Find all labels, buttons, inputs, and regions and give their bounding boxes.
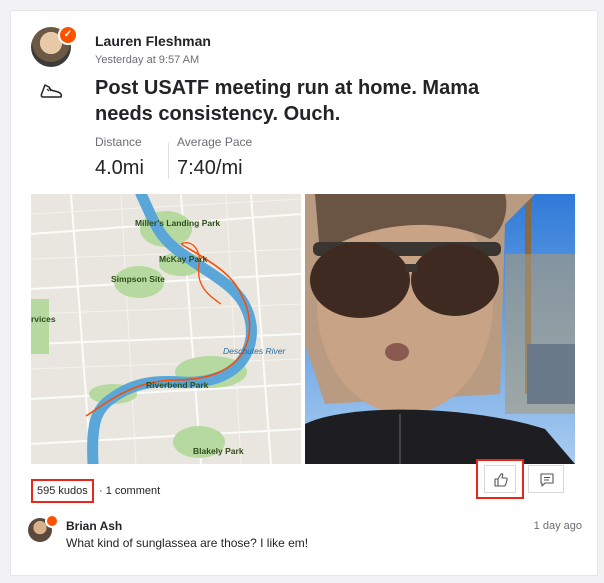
stat-divider bbox=[168, 143, 169, 179]
running-shoe-icon bbox=[40, 84, 63, 98]
separator-dot: · bbox=[99, 485, 103, 497]
stat-label: Average Pace bbox=[177, 135, 253, 149]
map-label: Deschutes River bbox=[223, 346, 287, 356]
activity-timestamp: Yesterday at 9:57 AM bbox=[95, 54, 200, 66]
comment-text: What kind of sunglassea are those? I lik… bbox=[66, 536, 309, 550]
commenter-name[interactable]: Brian Ash bbox=[66, 519, 122, 533]
stat-label: Distance bbox=[95, 135, 142, 149]
map-label: McKay Park bbox=[159, 254, 207, 264]
activity-photo[interactable] bbox=[305, 194, 575, 464]
stat-distance: Distance 4.0mi bbox=[95, 135, 144, 180]
thumbs-up-icon bbox=[494, 473, 508, 487]
map-label: Simpson Site bbox=[111, 274, 165, 284]
add-comment-button[interactable] bbox=[528, 465, 564, 493]
activity-title[interactable]: Post USATF meeting run at home. Mama nee… bbox=[95, 75, 495, 127]
kudos-count-link[interactable]: 595 kudos bbox=[31, 479, 94, 503]
comment-timestamp: 1 day ago bbox=[533, 520, 582, 532]
commenter-badge-icon bbox=[45, 514, 59, 528]
stat-average-pace: Average Pace 7:40/mi bbox=[177, 135, 252, 180]
map-label: Blakely Park bbox=[193, 446, 244, 456]
map-label: Miller's Landing Park bbox=[135, 218, 220, 228]
map-label: rvices bbox=[31, 314, 56, 324]
stat-value: 4.0mi bbox=[95, 157, 144, 179]
route-map-graphic: Miller's Landing Park McKay Park Simpson… bbox=[31, 194, 301, 464]
route-map[interactable]: Miller's Landing Park McKay Park Simpson… bbox=[31, 194, 301, 464]
stat-value: 7:40/mi bbox=[177, 157, 243, 179]
premium-badge-icon: ✓ bbox=[58, 25, 78, 45]
comment-icon bbox=[540, 473, 554, 487]
selfie-photo bbox=[305, 194, 575, 464]
athlete-name[interactable]: Lauren Fleshman bbox=[95, 33, 211, 49]
give-kudos-button[interactable] bbox=[484, 465, 516, 493]
comment-count-link[interactable]: · 1 comment bbox=[99, 485, 160, 497]
comment-count-label: 1 comment bbox=[105, 485, 161, 497]
map-label: Riverbend Park bbox=[146, 380, 209, 390]
